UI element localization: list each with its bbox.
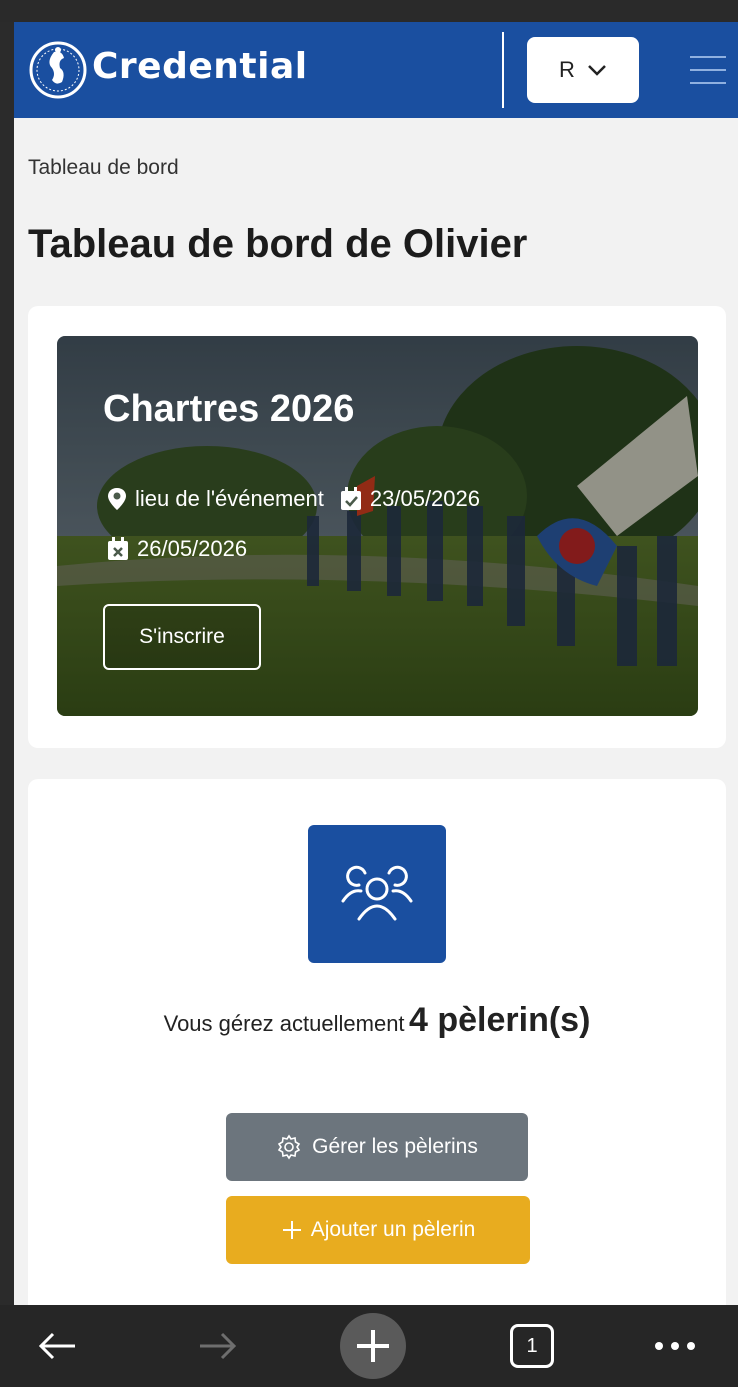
forward-button[interactable]: [183, 1305, 253, 1387]
gear-icon: [277, 1134, 301, 1160]
event-meta-line-1: lieu de l'événement 23/05/2026: [107, 486, 480, 512]
credential-logo[interactable]: [24, 32, 96, 108]
calendar-check-icon: [340, 487, 361, 510]
more-options-button[interactable]: [640, 1305, 710, 1387]
add-pilgrim-button[interactable]: Ajouter un pèlerin: [226, 1196, 530, 1264]
pilgrims-count: 4 pèlerin(s): [409, 1001, 591, 1039]
add-pilgrim-label: Ajouter un pèlerin: [310, 1218, 476, 1241]
new-tab-button[interactable]: [336, 1305, 410, 1387]
pilgrims-count-prefix: Vous gérez actuellement: [163, 1011, 405, 1036]
hamburger-menu-icon[interactable]: [690, 56, 726, 84]
event-end-date: 26/05/2026: [137, 536, 248, 561]
register-button[interactable]: S'inscrire: [103, 604, 261, 670]
header-divider: [502, 32, 504, 108]
brand-name[interactable]: Credential: [92, 46, 308, 87]
users-icon: [341, 865, 413, 921]
language-select[interactable]: R: [527, 37, 639, 103]
arrow-left-icon: [38, 1332, 75, 1360]
calendar-x-icon: [108, 537, 128, 560]
top-navbar: Credential R: [14, 22, 738, 118]
event-meta-line-2: 26/05/2026: [107, 536, 247, 562]
arrow-right-icon: [200, 1332, 237, 1360]
language-value: R: [559, 57, 575, 82]
tab-counter-icon: 1: [510, 1324, 554, 1368]
event-start-date: 23/05/2026: [369, 486, 480, 511]
page-title: Tableau de bord de Olivier: [28, 222, 528, 266]
more-dots-icon: [655, 1342, 695, 1350]
manage-pilgrims-label: Gérer les pèlerins: [312, 1135, 478, 1158]
map-pin-icon: [108, 488, 126, 510]
tabs-button[interactable]: 1: [496, 1305, 568, 1387]
event-location: lieu de l'événement: [135, 486, 324, 511]
event-card: Chartres 2026 lieu de l'événement 23/05/…: [28, 306, 726, 748]
plus-circle-icon: [340, 1313, 406, 1379]
breadcrumb[interactable]: Tableau de bord: [28, 156, 179, 180]
event-hero-image: Chartres 2026 lieu de l'événement 23/05/…: [57, 336, 698, 716]
status-bar: [0, 0, 738, 22]
people-tile: [308, 825, 446, 963]
event-title: Chartres 2026: [103, 388, 355, 430]
tab-count: 1: [526, 1334, 538, 1357]
pilgrims-count-line: Vous gérez actuellement 4 pèlerin(s): [28, 1001, 726, 1040]
pilgrims-card: Vous gérez actuellement 4 pèlerin(s) Gér…: [28, 779, 726, 1305]
chevron-down-icon: [588, 65, 606, 76]
plus-icon: [282, 1221, 301, 1239]
web-viewport: Credential R Tableau de bord Tableau de …: [14, 22, 738, 1305]
manage-pilgrims-button[interactable]: Gérer les pèlerins: [226, 1113, 528, 1181]
back-button[interactable]: [22, 1305, 92, 1387]
browser-bottom-bar: 1: [0, 1305, 738, 1387]
